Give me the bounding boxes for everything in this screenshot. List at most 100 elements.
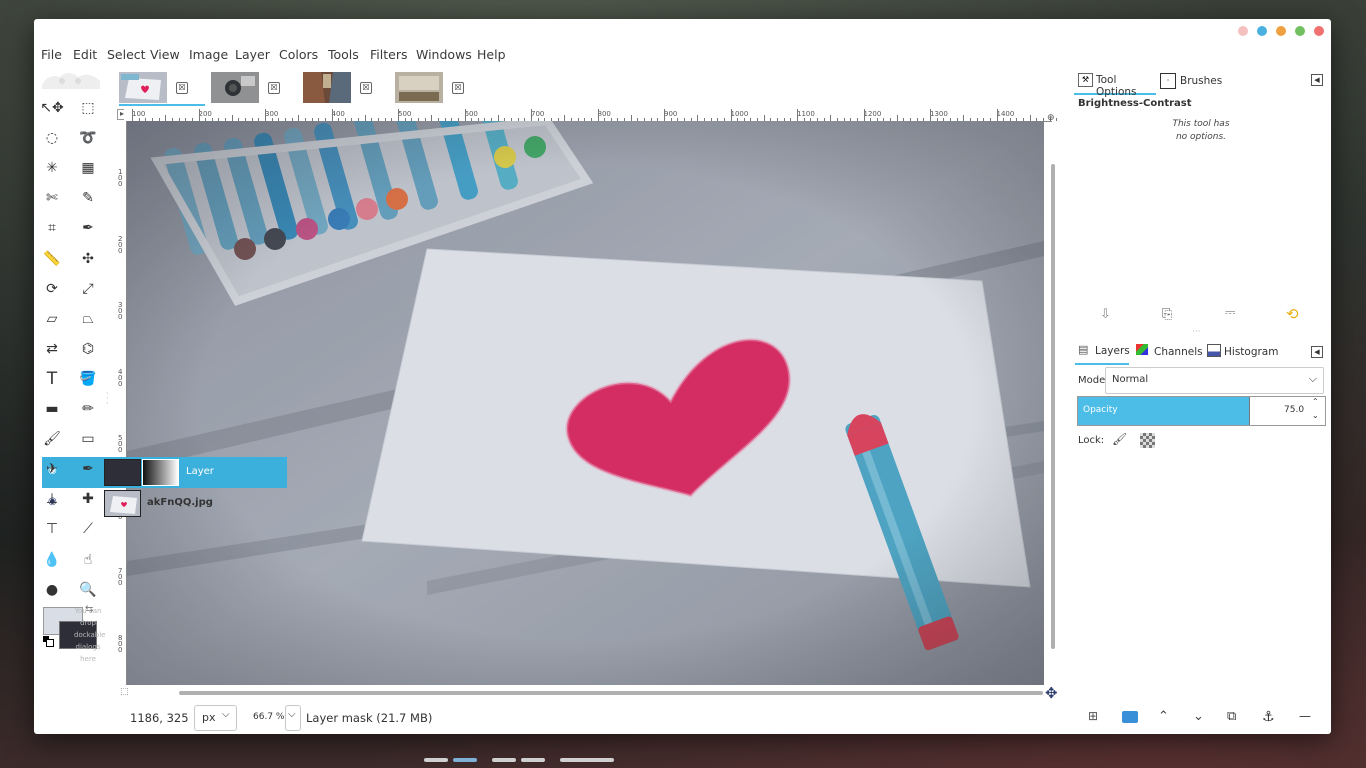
lock-alpha-icon[interactable] [1140, 433, 1155, 448]
image-tab-heart[interactable]: ☒ [119, 72, 205, 106]
save-tool-preset-icon[interactable]: ⇩ [1100, 307, 1111, 322]
paintbrush-tool-icon[interactable]: 🖌 [41, 428, 63, 450]
menu-view[interactable]: View [150, 47, 180, 62]
unit-select[interactable]: px ⌵ [194, 705, 237, 731]
menu-help[interactable]: Help [477, 47, 506, 62]
zoom-value[interactable]: 66.7 % [253, 712, 284, 722]
reset-tool-options-icon[interactable]: ⟲ [1286, 305, 1299, 323]
rect-select-icon[interactable]: ⬚ [77, 97, 99, 119]
bucket-fill-icon[interactable]: 🪣 [77, 368, 99, 390]
airbrush-tool-icon[interactable]: ✈ [41, 458, 63, 480]
text-tool-icon[interactable]: T [41, 368, 63, 390]
close-tab-icon[interactable]: ☒ [360, 82, 372, 94]
image-tab-room[interactable]: ☒ [395, 72, 481, 104]
menu-image[interactable]: Image [189, 47, 228, 62]
new-layer-icon[interactable]: ⊞ [1088, 709, 1104, 725]
perspective-clone-icon[interactable]: ⊤ [41, 518, 63, 540]
delete-layer-icon[interactable]: — [1299, 709, 1315, 725]
default-colors-icon[interactable] [43, 636, 54, 647]
taskbar-item-active[interactable] [453, 758, 477, 762]
cage-tool-icon[interactable]: ⌬ [77, 338, 99, 360]
clone-tool-icon[interactable]: ⊥ [41, 488, 63, 510]
duplicate-layer-icon[interactable]: ⧉ [1227, 709, 1243, 725]
minimize-button[interactable] [1276, 26, 1286, 36]
window-button-2[interactable] [1257, 26, 1267, 36]
maximize-button[interactable] [1295, 26, 1305, 36]
align-tool-icon[interactable]: ✣ [77, 248, 99, 270]
vertical-ruler[interactable]: 1 0 02 0 03 0 04 0 05 0 06 0 07 0 08 0 0 [117, 121, 127, 685]
zoom-tool-icon[interactable]: 🔍 [77, 579, 99, 601]
image-tab-camera[interactable]: ☒ [211, 72, 297, 104]
navigate-icon[interactable]: ✥ [1045, 684, 1058, 702]
close-tab-icon[interactable]: ☒ [176, 82, 188, 94]
color-select-icon[interactable]: ▦ [77, 157, 99, 179]
mode-select[interactable]: Normal ⌵ [1105, 367, 1324, 394]
crop-tool-icon[interactable]: ⌗ [41, 217, 63, 239]
perspective-tool-icon[interactable]: ⏢ [77, 308, 99, 330]
spin-down-icon[interactable]: ⌄ [1312, 411, 1319, 420]
dock-menu-icon[interactable]: ◀ [1311, 346, 1323, 358]
smudge-tool-icon[interactable]: ☝ [77, 549, 99, 571]
vertical-scrollbar[interactable] [1051, 164, 1055, 649]
menu-edit[interactable]: Edit [73, 47, 97, 62]
zoom-select[interactable]: ⌵ [285, 705, 301, 731]
flip-tool-icon[interactable]: ⇄ [41, 338, 63, 360]
scissors-select-icon[interactable]: ✄ [41, 187, 63, 209]
menu-select[interactable]: Select [107, 47, 146, 62]
toolbox-resize-handle[interactable]: · · · [106, 390, 109, 408]
heal-tool-icon[interactable]: ✚ [77, 488, 99, 510]
fuzzy-select-icon[interactable]: ✳ [41, 157, 63, 179]
tab-layers[interactable]: ▤ Layers [1075, 341, 1130, 365]
measure-tool-icon[interactable]: 📏 [41, 248, 63, 270]
scale-tool-icon[interactable]: ⤢ [77, 278, 99, 300]
dodge-burn-icon[interactable]: ● [41, 579, 63, 601]
horizontal-scrollbar[interactable] [179, 691, 1043, 695]
color-picker-icon[interactable]: ⟋ [77, 518, 99, 540]
layer-mask-thumbnail[interactable] [142, 459, 179, 486]
ink-tool-icon[interactable]: ✒ [77, 458, 99, 480]
raise-layer-icon[interactable]: ⌃ [1158, 709, 1174, 725]
paths-tool-icon[interactable]: ✒ [77, 217, 99, 239]
quick-mask-icon[interactable]: ⬚ [120, 687, 129, 697]
restore-tool-preset-icon[interactable]: ⎘ [1162, 307, 1172, 322]
menu-filters[interactable]: Filters [370, 47, 407, 62]
window-button-1[interactable] [1238, 26, 1248, 36]
menu-tools[interactable]: Tools [328, 47, 359, 62]
tab-brushes[interactable]: · Brushes [1160, 71, 1235, 93]
foreground-select-icon[interactable]: ✎ [77, 187, 99, 209]
new-layer-group-icon[interactable] [1122, 711, 1138, 723]
ellipse-select-icon[interactable]: ◌ [41, 127, 63, 149]
close-button[interactable] [1314, 26, 1324, 36]
eraser-tool-icon[interactable]: ▭ [77, 428, 99, 450]
pencil-tool-icon[interactable]: ✏ [77, 398, 99, 420]
free-select-icon[interactable]: ➰ [77, 127, 99, 149]
zoom-fit-icon[interactable]: ⊕ [1047, 113, 1055, 123]
image-canvas[interactable] [127, 121, 1044, 685]
opacity-slider[interactable]: Opacity 75.0 ⌃ ⌄ [1077, 396, 1326, 426]
taskbar-item[interactable] [424, 758, 448, 762]
menu-colors[interactable]: Colors [279, 47, 318, 62]
spin-up-icon[interactable]: ⌃ [1312, 397, 1319, 406]
lock-pixels-icon[interactable]: 🖌 [1112, 432, 1127, 446]
taskbar-item[interactable] [560, 758, 614, 762]
tab-channels[interactable]: Channels [1135, 341, 1209, 363]
tab-histogram[interactable]: Histogram [1206, 341, 1286, 363]
lower-layer-icon[interactable]: ⌄ [1193, 709, 1209, 725]
close-tab-icon[interactable]: ☒ [452, 82, 464, 94]
gradient-tool-icon[interactable]: ▬ [41, 398, 63, 420]
anchor-layer-icon[interactable]: ⚓ [1262, 709, 1278, 725]
rotate-tool-icon[interactable]: ⟳ [41, 278, 63, 300]
dock-menu-icon[interactable]: ◀ [1311, 74, 1323, 86]
move-tool-icon[interactable]: ↖✥ [40, 97, 63, 119]
menu-layer[interactable]: Layer [235, 47, 270, 62]
dock-separator-handle[interactable]: ··· [1192, 327, 1201, 337]
delete-tool-preset-icon[interactable]: ⎓ [1225, 305, 1235, 320]
taskbar-item[interactable] [492, 758, 516, 762]
tab-tool-options[interactable]: ⚒ Tool Options [1074, 71, 1156, 98]
blur-tool-icon[interactable]: 💧 [41, 549, 63, 571]
taskbar-item[interactable] [521, 758, 545, 762]
close-tab-icon[interactable]: ☒ [268, 82, 280, 94]
image-tab-street[interactable]: ☒ [303, 72, 389, 104]
menu-file[interactable]: File [41, 47, 62, 62]
shear-tool-icon[interactable]: ▱ [41, 308, 63, 330]
